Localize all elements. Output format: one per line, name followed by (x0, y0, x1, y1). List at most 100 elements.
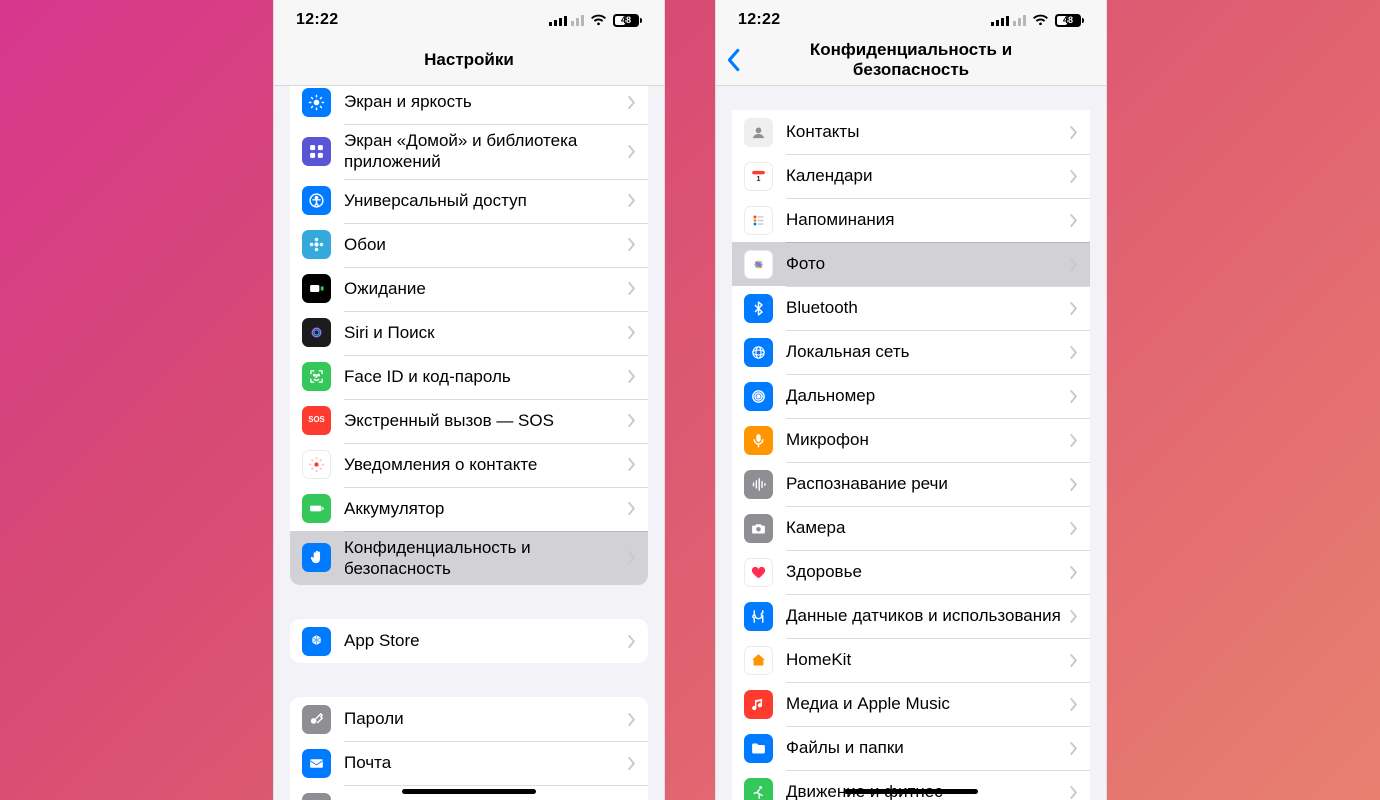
chevron-right-icon (628, 326, 636, 339)
chevron-right-icon (628, 145, 636, 158)
row-label: Здоровье (786, 561, 1064, 582)
row-media[interactable]: Медиа и Apple Music (732, 682, 1090, 726)
sos-icon: SOS (302, 406, 331, 435)
row-label: Siri и Поиск (344, 322, 622, 343)
chevron-right-icon (1070, 258, 1078, 271)
row-label: Bluetooth (786, 297, 1064, 318)
chevron-right-icon (1070, 126, 1078, 139)
hand-icon (302, 543, 331, 572)
chevron-right-icon (1070, 786, 1078, 799)
cellular-icon (549, 14, 567, 26)
screenshot-privacy: 12:22 48 Конфиденциальность и безопаснос… (715, 0, 1107, 800)
bluetooth-icon (744, 294, 773, 323)
home-indicator[interactable] (402, 789, 536, 794)
row-label: Напоминания (786, 209, 1064, 230)
homekit-icon (744, 646, 773, 675)
row-calendar[interactable]: 1Календари (732, 154, 1090, 198)
row-motion[interactable]: Движение и фитнес (732, 770, 1090, 800)
row-research[interactable]: Данные датчиков и использования (732, 594, 1090, 638)
row-mic[interactable]: Микрофон (732, 418, 1090, 462)
row-localnet[interactable]: Локальная сеть (732, 330, 1090, 374)
settings-group: Экран и яркость Экран «Домой» и библиотек… (290, 86, 648, 585)
chevron-right-icon (628, 551, 636, 564)
row-appstore[interactable]: App Store (290, 619, 648, 663)
health-icon (744, 558, 773, 587)
row-label: Экран и яркость (344, 91, 622, 112)
chevron-right-icon (628, 458, 636, 471)
row-accessibility[interactable]: Универсальный доступ (290, 179, 648, 223)
row-label: Универсальный доступ (344, 190, 622, 211)
row-label: HomeKit (786, 649, 1064, 670)
page-title: Настройки (424, 50, 514, 70)
row-faceid[interactable]: Face ID и код-пароль (290, 355, 648, 399)
chevron-right-icon (628, 414, 636, 427)
chevron-right-icon (628, 194, 636, 207)
row-files[interactable]: Файлы и папки (732, 726, 1090, 770)
grid-icon (302, 137, 331, 166)
photos-icon (744, 250, 773, 279)
row-sos[interactable]: SOSЭкстренный вызов — SOS (290, 399, 648, 443)
row-contacts[interactable]: Контакты (732, 110, 1090, 154)
row-mail[interactable]: Почта (290, 741, 648, 785)
row-bluetooth[interactable]: Bluetooth (732, 286, 1090, 330)
settings-group: Контакты 1Календари Напоминания Фото Bluetoo… (732, 110, 1090, 800)
cellular-secondary-icon (571, 14, 584, 26)
chevron-right-icon (1070, 214, 1078, 227)
svg-text:SOS: SOS (308, 415, 324, 424)
folder-icon (744, 734, 773, 763)
chevron-right-icon (628, 238, 636, 251)
row-wallpaper[interactable]: Обои (290, 223, 648, 267)
wifi-icon (1032, 14, 1049, 27)
mail-icon (302, 749, 331, 778)
status-bar: 12:22 48 (716, 0, 1106, 34)
status-time: 12:22 (296, 11, 338, 29)
row-battery[interactable]: Аккумулятор (290, 487, 648, 531)
chevron-right-icon (628, 502, 636, 515)
row-exposure[interactable]: Уведомления о контакте (290, 443, 648, 487)
chevron-right-icon (628, 635, 636, 648)
back-button[interactable] (724, 34, 742, 85)
siri-icon (302, 318, 331, 347)
camera-icon (744, 514, 773, 543)
row-label: Конфиденциальность и безопасность (344, 537, 622, 580)
row-label: Аккумулятор (344, 498, 622, 519)
row-homekit[interactable]: HomeKit (732, 638, 1090, 682)
row-speech[interactable]: Распознавание речи (732, 462, 1090, 506)
row-photos[interactable]: Фото (732, 242, 1090, 286)
battery-icon: 48 (613, 14, 642, 27)
cellular-secondary-icon (1013, 14, 1026, 26)
row-siri[interactable]: Siri и Поиск (290, 311, 648, 355)
chevron-right-icon (628, 282, 636, 295)
battery-icon (302, 494, 331, 523)
mic-icon (744, 426, 773, 455)
row-display[interactable]: Экран и яркость (290, 86, 648, 124)
row-health[interactable]: Здоровье (732, 550, 1090, 594)
row-home-screen[interactable]: Экран «Домой» и библиотека приложений (290, 124, 648, 179)
row-nearby[interactable]: Дальномер (732, 374, 1090, 418)
reminders-icon (744, 206, 773, 235)
row-label: Уведомления о контакте (344, 454, 622, 475)
cellular-icon (991, 14, 1009, 26)
status-bar: 12:22 48 (274, 0, 664, 34)
row-camera[interactable]: Камера (732, 506, 1090, 550)
row-passwords[interactable]: Пароли (290, 697, 648, 741)
chevron-right-icon (1070, 302, 1078, 315)
screenshot-settings-root: 12:22 48 Настройки Экран и яркостьЭкран … (273, 0, 665, 800)
chevron-right-icon (1070, 742, 1078, 755)
row-label: Контакты (786, 121, 1064, 142)
globe-icon (744, 338, 773, 367)
nav-bar: Конфиденциальность и безопасность (716, 34, 1106, 86)
home-indicator[interactable] (844, 789, 978, 794)
row-label: Фото (786, 253, 1064, 274)
row-label: Дальномер (786, 385, 1064, 406)
faceid-icon (302, 362, 331, 391)
row-standby[interactable]: Ожидание (290, 267, 648, 311)
row-reminders[interactable]: Напоминания (732, 198, 1090, 242)
battery-icon: 48 (1055, 14, 1084, 27)
chevron-right-icon (628, 96, 636, 109)
chevron-right-icon (628, 370, 636, 383)
page-title: Конфиденциальность и безопасность (751, 40, 1071, 80)
row-privacy[interactable]: Конфиденциальность и безопасность (290, 531, 648, 586)
row-label: Микрофон (786, 429, 1064, 450)
speech-icon (744, 470, 773, 499)
